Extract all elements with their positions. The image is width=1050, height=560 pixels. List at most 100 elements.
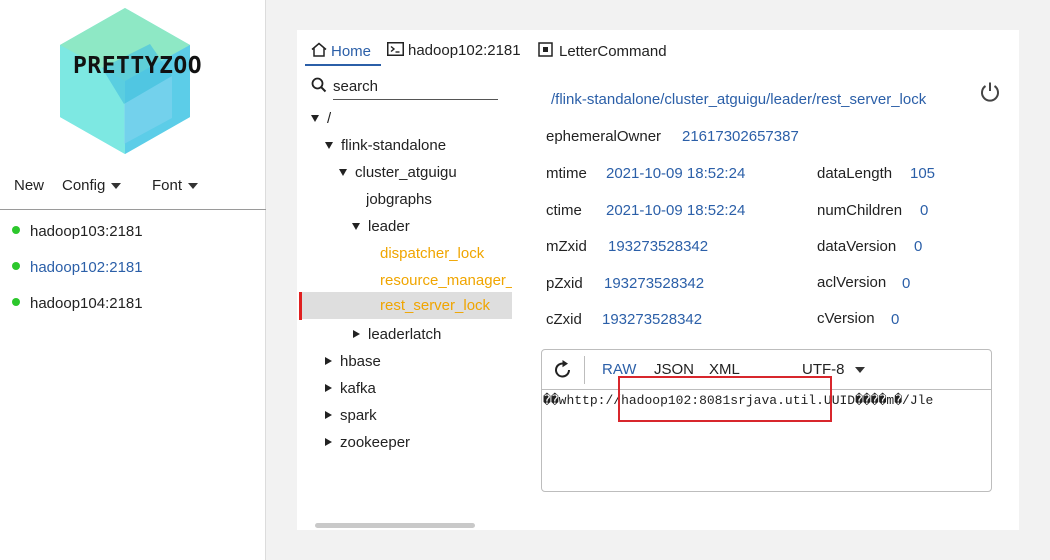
home-icon — [311, 42, 327, 57]
tree-node-label: spark — [340, 407, 377, 424]
c-version-value: 0 — [891, 311, 900, 328]
chevron-right-icon — [325, 357, 332, 366]
server-item-hadoop102[interactable]: hadoop102:2181 — [12, 259, 143, 276]
menu-new-label: New — [14, 177, 45, 194]
tree-node-zookeeper[interactable]: zookeeper — [325, 429, 410, 456]
tree-node-flink-standalone[interactable]: flink-standalone — [325, 132, 446, 159]
data-length-label: dataLength — [817, 165, 893, 182]
tree-node-label: resource_manager_l — [380, 272, 512, 289]
mtime-label: mtime — [546, 165, 587, 182]
online-status-dot — [12, 298, 20, 307]
data-length-value: 105 — [910, 165, 936, 182]
active-tab-indicator — [305, 64, 381, 66]
tree-node-label: rest_server_lock — [380, 297, 491, 314]
menu-config-label: Config — [62, 177, 106, 194]
tree-node-label: leaderlatch — [368, 326, 442, 343]
tree-node-kafka[interactable]: kafka — [325, 375, 376, 402]
sidebar: PRETTYZOO New Config Font hadoop103:2181… — [0, 0, 266, 560]
num-children-label: numChildren — [817, 202, 903, 219]
tree-node-root[interactable]: / — [311, 105, 331, 132]
mtime-value: 2021-10-09 18:52:24 — [606, 165, 746, 182]
chevron-down-icon — [188, 183, 199, 190]
tab-home[interactable]: Home — [311, 42, 371, 60]
mzxid-label: mZxid — [546, 238, 587, 255]
tab-bar: Home hadoop102:2181 LetterCommand — [297, 30, 1019, 66]
power-icon[interactable] — [979, 81, 1001, 103]
sidebar-menubar: New Config Font — [0, 168, 266, 210]
highlight-annotation-box — [618, 376, 832, 422]
czxid-label: cZxid — [546, 311, 582, 328]
server-item-hadoop104[interactable]: hadoop104:2181 — [12, 295, 143, 312]
main-panel: Home hadoop102:2181 LetterCommand / — [297, 30, 1019, 530]
tree-node-dispatcher-lock[interactable]: dispatcher_lock — [380, 240, 512, 267]
tree-node-label: hbase — [340, 353, 381, 370]
tree-node-resource-manager-lock[interactable]: resource_manager_l — [380, 267, 512, 294]
tree-node-label: kafka — [340, 380, 376, 397]
tree-node-label: zookeeper — [340, 434, 411, 451]
node-path: /flink-standalone/cluster_atguigu/leader… — [551, 91, 927, 108]
menu-new[interactable]: New — [14, 177, 44, 194]
tree-node-jobgraphs[interactable]: jobgraphs — [366, 186, 432, 213]
tree-node-label: cluster_atguigu — [355, 164, 457, 181]
chevron-down-icon — [352, 222, 360, 230]
chevron-down-icon — [111, 183, 122, 190]
data-version-value: 0 — [914, 238, 923, 255]
data-editor: RAW JSON XML UTF-8 ��whttp://hadoop102:8… — [541, 349, 992, 492]
pzxid-label: pZxid — [546, 275, 583, 292]
tree-node-leaderlatch[interactable]: leaderlatch — [353, 321, 441, 348]
tree-node-spark[interactable]: spark — [325, 402, 377, 429]
pzxid-value: 193273528342 — [604, 275, 705, 292]
num-children-value: 0 — [920, 202, 929, 219]
chevron-down-icon — [854, 367, 865, 374]
ctime-label: ctime — [546, 202, 582, 219]
ephemeral-owner-label: ephemeralOwner — [546, 128, 662, 145]
chevron-right-icon — [353, 330, 360, 339]
server-item-hadoop103[interactable]: hadoop103:2181 — [12, 223, 143, 240]
c-version-label: cVersion — [817, 310, 875, 327]
tree-node-label: dispatcher_lock — [380, 245, 485, 262]
menu-config[interactable]: Config — [62, 177, 122, 194]
server-name: hadoop104:2181 — [30, 295, 143, 312]
menu-font[interactable]: Font — [152, 177, 199, 194]
tree-node-label: flink-standalone — [341, 137, 447, 154]
online-status-dot — [12, 226, 20, 235]
online-status-dot — [12, 262, 20, 271]
terminal-icon — [387, 42, 404, 56]
ctime-value: 2021-10-09 18:52:24 — [606, 202, 746, 219]
ephemeral-owner-value: 21617302657387 — [682, 128, 799, 145]
tree-node-leader[interactable]: leader — [352, 213, 410, 240]
tab-hadoop102[interactable]: hadoop102:2181 — [387, 42, 521, 59]
tab-home-label: Home — [331, 43, 372, 60]
tree-horizontal-scrollbar[interactable] — [315, 523, 475, 528]
tree-node-cluster-atguigu[interactable]: cluster_atguigu — [339, 159, 457, 186]
logo-text: PRETTYZOO — [73, 53, 203, 79]
chevron-right-icon — [325, 384, 332, 393]
prettyzoo-logo — [60, 8, 190, 154]
toolbar-separator — [584, 356, 585, 384]
chevron-right-icon — [325, 411, 332, 420]
server-name: hadoop103:2181 — [30, 223, 143, 240]
chevron-right-icon — [325, 438, 332, 447]
tab-lettercommand[interactable]: LetterCommand — [538, 42, 667, 60]
tree-node-label: leader — [368, 218, 410, 235]
menu-font-label: Font — [152, 177, 183, 194]
server-name: hadoop102:2181 — [30, 259, 143, 276]
tree-node-rest-server-lock[interactable]: rest_server_lock — [302, 292, 512, 319]
tab-lettercommand-label: LetterCommand — [559, 43, 667, 60]
data-version-label: dataVersion — [817, 238, 897, 255]
tab-hadoop102-label: hadoop102:2181 — [408, 42, 521, 59]
refresh-icon[interactable] — [552, 359, 574, 381]
search-icon — [311, 77, 327, 93]
command-icon — [538, 42, 553, 57]
acl-version-value: 0 — [902, 275, 911, 292]
tree-node-hbase[interactable]: hbase — [325, 348, 381, 375]
chevron-down-icon — [311, 114, 319, 122]
chevron-down-icon — [325, 141, 333, 149]
tree-node-label: / — [327, 110, 332, 127]
czxid-value: 193273528342 — [602, 311, 703, 328]
search-input[interactable] — [333, 74, 498, 100]
chevron-down-icon — [339, 168, 347, 176]
tree-node-label: jobgraphs — [366, 191, 432, 208]
acl-version-label: aclVersion — [817, 274, 887, 291]
mzxid-value: 193273528342 — [608, 238, 709, 255]
